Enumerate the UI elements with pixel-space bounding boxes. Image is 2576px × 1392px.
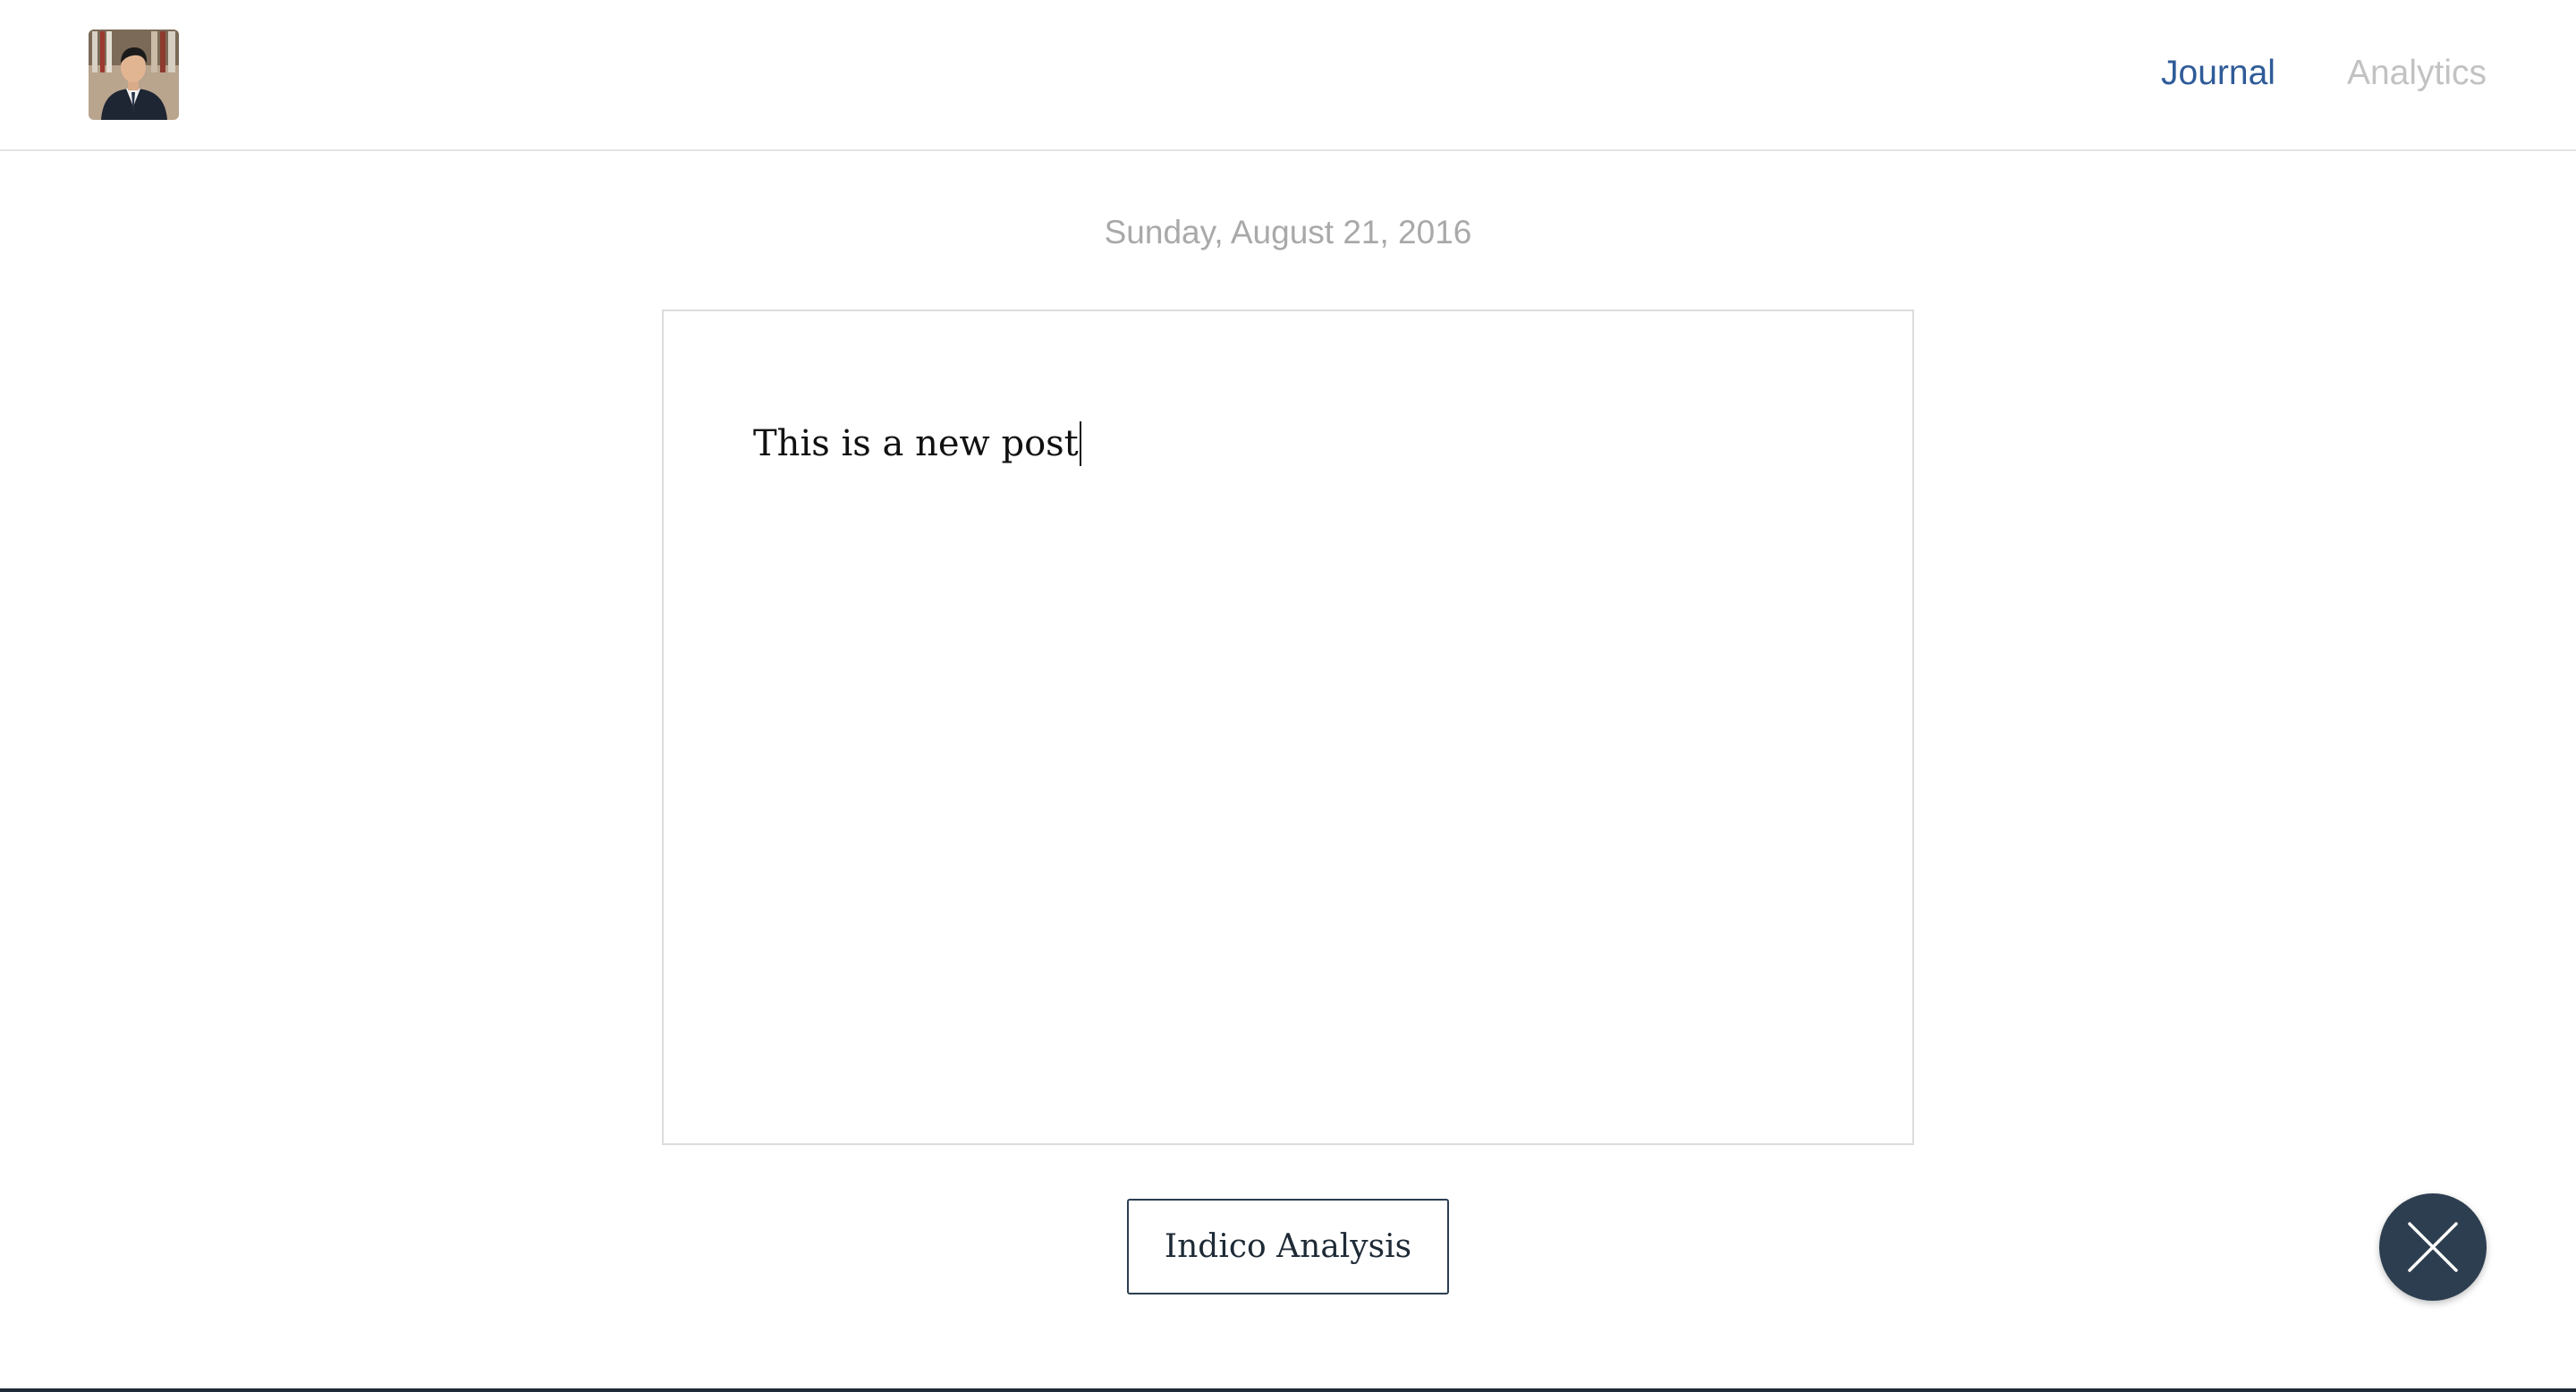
app-page: Journal Analytics Sunday, August 21, 201…: [0, 0, 2576, 1388]
avatar-image: [89, 30, 179, 120]
editor-text: This is a new post: [753, 423, 1079, 464]
main-nav: Journal Analytics: [2161, 48, 2487, 98]
post-editor[interactable]: This is a new post: [662, 310, 1914, 1145]
entry-date: Sunday, August 21, 2016: [1104, 214, 1472, 250]
indico-analysis-button[interactable]: Indico Analysis: [1127, 1199, 1449, 1294]
editor-content[interactable]: This is a new post: [753, 417, 1081, 471]
top-header: Journal Analytics: [0, 0, 2576, 151]
bottom-border: [0, 1388, 2576, 1392]
nav-journal-link[interactable]: Journal: [2161, 48, 2275, 98]
nav-analytics-link[interactable]: Analytics: [2347, 48, 2487, 98]
close-button[interactable]: [2379, 1193, 2487, 1301]
avatar[interactable]: [89, 30, 179, 120]
close-icon: [2408, 1222, 2458, 1272]
text-caret: [1079, 421, 1081, 466]
